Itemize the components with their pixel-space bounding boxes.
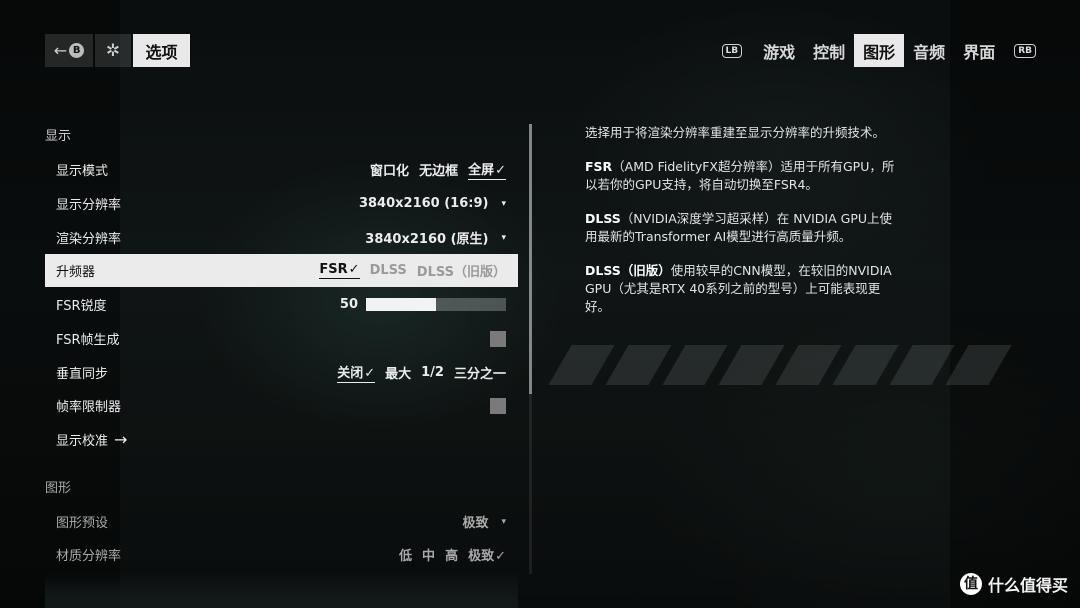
setting-upscaler[interactable]: 升频器 FSR✓ DLSS DLSS（旧版）	[45, 254, 518, 287]
frame-gen-checkbox[interactable]	[490, 330, 506, 347]
option-vsync-third[interactable]: 三分之一	[454, 363, 506, 382]
description-intro: 选择用于将渲染分辨率重建至显示分辨率的升频技术。	[585, 125, 886, 140]
check-icon: ✓	[495, 549, 506, 564]
setting-texture-resolution[interactable]: 材质分辨率 低 中 高 极致✓	[45, 538, 518, 571]
setting-graphics-preset[interactable]: 图形预设 极致 ▾	[45, 505, 518, 538]
tab-audio[interactable]: 音频	[904, 34, 954, 67]
setting-render-resolution[interactable]: 渲染分辨率 3840x2160 (原生) ▾	[45, 221, 518, 254]
tab-controls[interactable]: 控制	[804, 34, 854, 67]
option-vsync-off[interactable]: 关闭✓	[337, 362, 376, 383]
setting-label: 帧率限制器	[56, 400, 122, 415]
category-tabs: LB 游戏 控制 图形 音频 界面 RB	[721, 34, 1036, 67]
background-crosswalk	[548, 345, 1012, 385]
gear-icon: ✲	[105, 40, 121, 61]
slider-fill	[366, 298, 436, 311]
watermark-text: 什么值得买	[987, 576, 1068, 595]
setting-value: 3840x2160 (原生)	[365, 232, 489, 247]
setting-display-calibration[interactable]: 显示校准 →	[45, 423, 518, 456]
setting-label: 图形预设	[56, 516, 109, 531]
setting-label: 渲染分辨率	[56, 232, 122, 247]
b-button-icon: B	[69, 43, 85, 58]
back-arrow-icon: ←	[53, 41, 68, 60]
option-dlss-legacy[interactable]: DLSS（旧版）	[417, 261, 506, 280]
setting-label: FSR帧生成	[56, 333, 120, 348]
description-fsr: FSR（AMD FidelityFX超分辨率）适用于所有GPU，所以若你的GPU…	[585, 159, 895, 192]
option-medium[interactable]: 中	[422, 545, 435, 564]
tab-interface[interactable]: 界面	[954, 34, 1004, 67]
check-icon: ✓	[348, 262, 360, 277]
check-icon: ✓	[364, 366, 376, 381]
section-title-graphics: 图形	[45, 481, 72, 496]
setting-display-resolution[interactable]: 显示分辨率 3840x2160 (16:9) ▾	[45, 187, 518, 220]
tab-graphics[interactable]: 图形	[854, 34, 905, 67]
setting-description: 选择用于将渲染分辨率重建至显示分辨率的升频技术。 FSR（AMD Fidelit…	[585, 124, 895, 332]
setting-label: 显示模式	[56, 164, 109, 179]
setting-value: 极致	[462, 516, 489, 531]
option-fullscreen[interactable]: 全屏✓	[468, 159, 506, 180]
list-fade	[45, 572, 518, 608]
description-dlss: DLSS（NVIDIA深度学习超采样）在 NVIDIA GPU上使用最新的Tra…	[585, 211, 893, 244]
back-button[interactable]: ← B	[45, 34, 93, 67]
settings-button[interactable]: ✲	[95, 34, 131, 67]
description-dlss-legacy: DLSS（旧版）使用较早的CNN模型，在较旧的NVIDIA GPU（尤其是RTX…	[585, 263, 892, 314]
setting-label: 垂直同步	[56, 367, 109, 382]
option-fsr[interactable]: FSR✓	[319, 262, 360, 279]
setting-frame-limiter[interactable]: 帧率限制器	[45, 389, 518, 422]
rb-button-icon[interactable]: RB	[1014, 43, 1036, 58]
tab-game[interactable]: 游戏	[754, 34, 804, 67]
setting-label: 显示校准	[56, 434, 109, 449]
option-borderless[interactable]: 无边框	[419, 160, 458, 179]
scrollbar-thumb[interactable]	[529, 124, 532, 394]
option-low[interactable]: 低	[399, 545, 412, 564]
frame-limiter-checkbox[interactable]	[490, 397, 506, 414]
arrow-right-icon: →	[114, 430, 128, 449]
option-windowed[interactable]: 窗口化	[370, 160, 409, 179]
caret-down-icon: ▾	[501, 232, 506, 243]
caret-down-icon: ▾	[501, 516, 506, 527]
sharpness-slider[interactable]	[366, 298, 506, 311]
setting-display-mode[interactable]: 显示模式 窗口化 无边框 全屏✓	[45, 153, 518, 186]
lb-button-icon[interactable]: LB	[721, 43, 743, 58]
slider-value: 50	[339, 297, 358, 312]
option-vsync-max[interactable]: 最大	[385, 363, 411, 382]
setting-label: FSR锐度	[56, 299, 107, 314]
option-vsync-half[interactable]: 1/2	[421, 365, 444, 380]
option-ultra[interactable]: 极致✓	[468, 545, 506, 564]
top-left-bar: ← B ✲ 选项	[45, 34, 190, 67]
watermark-logo-icon: 值	[959, 573, 982, 595]
setting-label: 升频器	[56, 265, 96, 280]
setting-vsync[interactable]: 垂直同步 关闭✓ 最大 1/2 三分之一	[45, 356, 518, 389]
check-icon: ✓	[495, 163, 506, 178]
setting-fsr-sharpness[interactable]: FSR锐度 50	[45, 288, 518, 321]
setting-value: 3840x2160 (16:9)	[358, 196, 489, 211]
option-dlss[interactable]: DLSS	[370, 263, 407, 278]
watermark: 值 什么值得买	[959, 572, 1068, 596]
setting-label: 显示分辨率	[56, 198, 122, 213]
page-title: 选项	[133, 34, 190, 67]
setting-label: 材质分辨率	[56, 549, 122, 564]
caret-down-icon: ▾	[501, 198, 506, 209]
option-high[interactable]: 高	[445, 545, 458, 564]
settings-scrollbar[interactable]	[529, 124, 532, 574]
background-building	[950, 0, 1080, 608]
setting-fsr-frame-generation[interactable]: FSR帧生成	[45, 322, 518, 355]
section-title-display: 显示	[45, 129, 72, 144]
